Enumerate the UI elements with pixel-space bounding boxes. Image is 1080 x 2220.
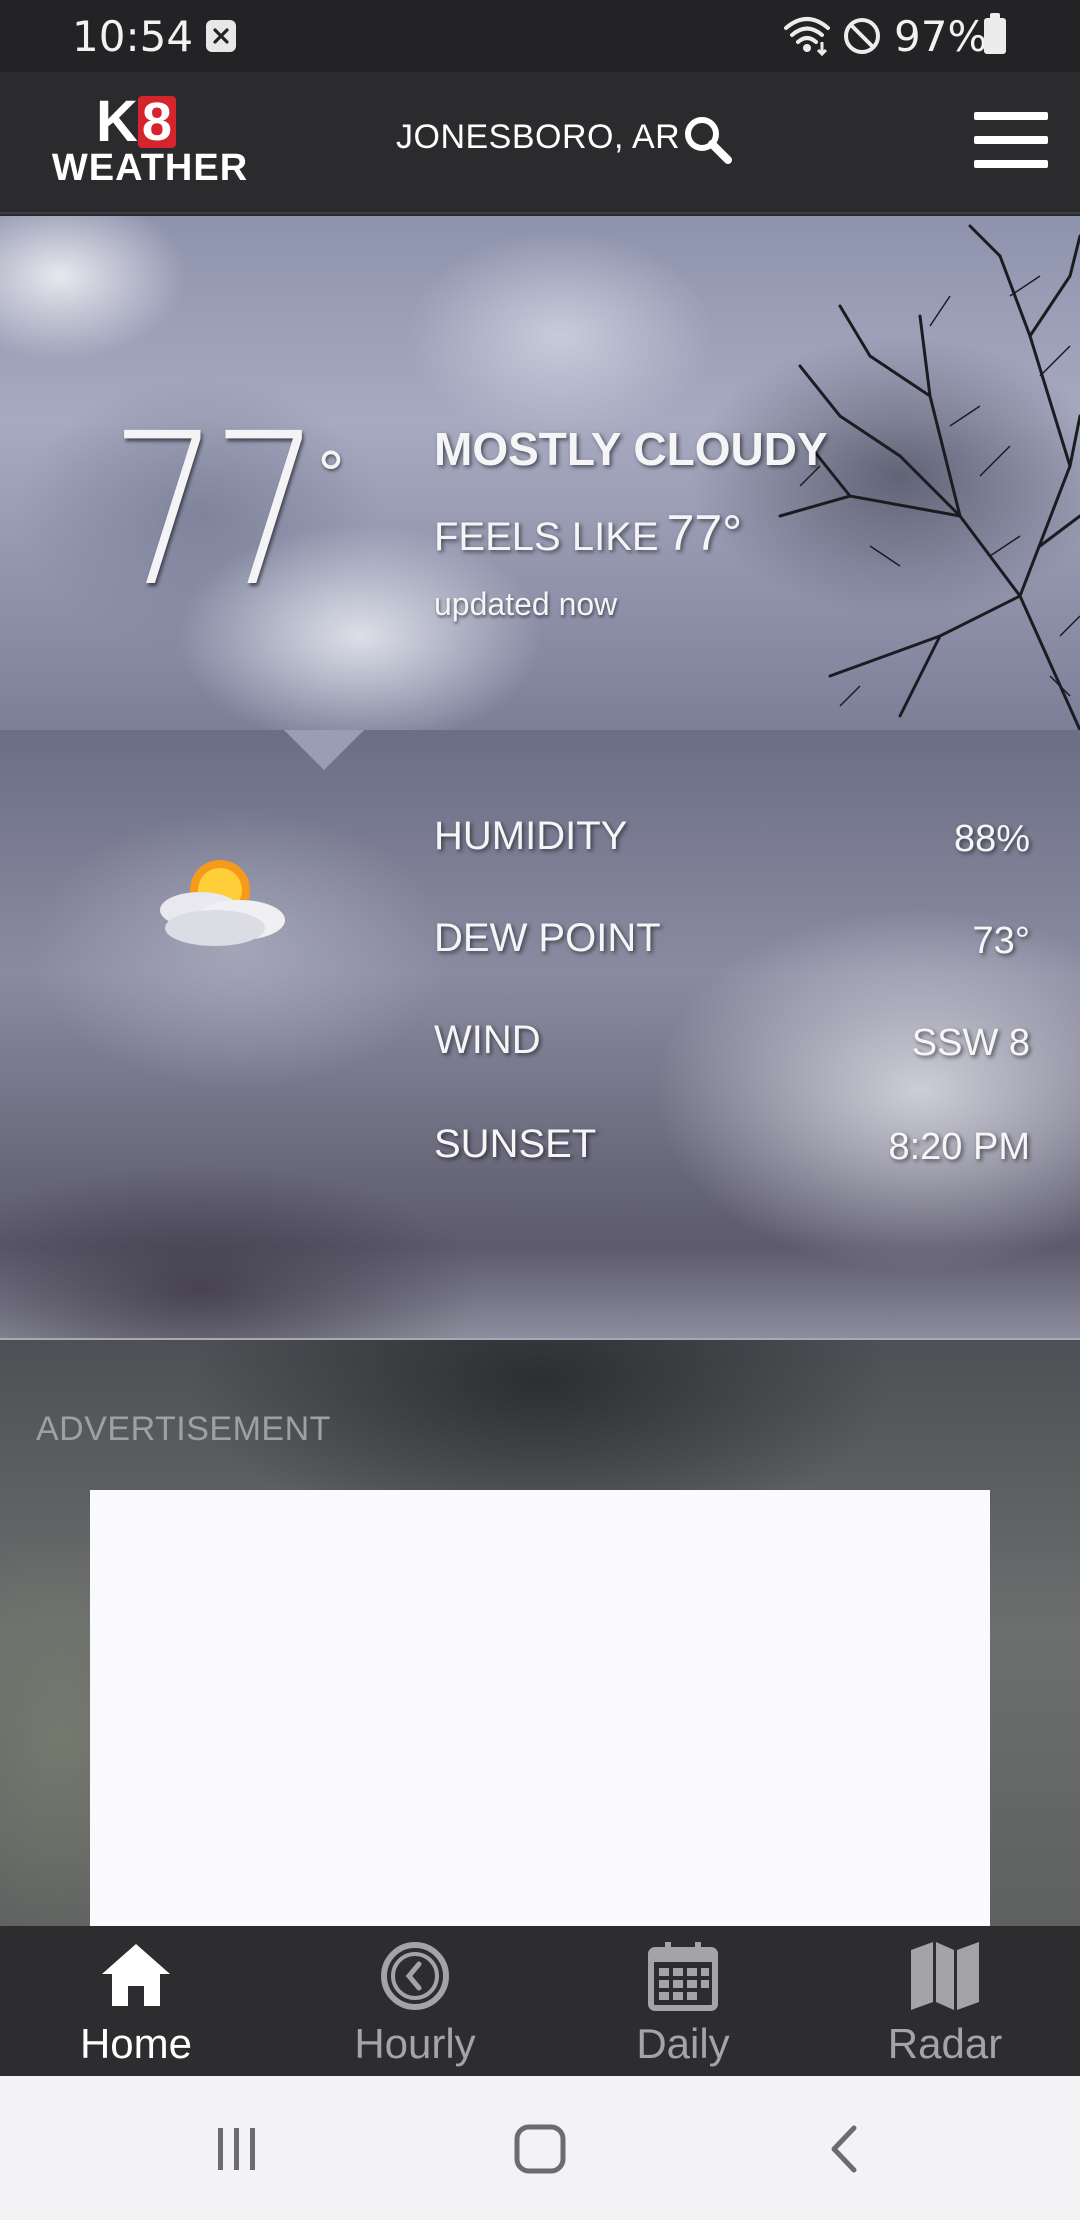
updated-text: updated now xyxy=(434,586,618,622)
status-bar: 10:54 97% xyxy=(0,0,1080,72)
weather-app-screen: 10:54 97% K 8 WEATHER JONESBORO, AR 77 °… xyxy=(0,0,1080,2220)
nav-label: Radar xyxy=(887,2020,1003,2067)
weather-details-panel: HUMIDITY 88% DEW POINT 73° WIND SSW 8 SU… xyxy=(0,730,1080,1340)
nav-label: Hourly xyxy=(354,2020,476,2067)
logo-wordmark: WEATHER xyxy=(51,147,249,189)
logo-number: 8 xyxy=(137,95,176,149)
notification-x-icon xyxy=(206,20,236,52)
feels-like-value: 77° xyxy=(666,505,743,561)
status-time: 10:54 xyxy=(72,12,194,61)
app-header: K 8 WEATHER JONESBORO, AR xyxy=(0,72,1080,214)
stat-label: SUNSET xyxy=(434,1122,597,1166)
stat-label: DEW POINT xyxy=(434,916,661,960)
battery-icon xyxy=(984,13,1006,54)
stat-row-sunset: SUNSET 8:20 PM xyxy=(434,1122,1030,1182)
stat-label: WIND xyxy=(434,1018,541,1062)
system-navigation-bar xyxy=(0,2076,1080,2220)
condition-text: MOSTLY CLOUDY xyxy=(434,423,828,475)
stat-row-wind: WIND SSW 8 xyxy=(434,1018,1030,1078)
feels-like-label: FEELS LIKE xyxy=(434,515,659,559)
advertisement-section: ADVERTISEMENT xyxy=(0,1340,1080,1930)
logo-letter: K xyxy=(96,89,138,154)
logo-mark: K 8 xyxy=(96,89,176,154)
nav-home[interactable]: Home xyxy=(36,1926,236,2076)
advertisement-banner[interactable] xyxy=(90,1490,990,1930)
current-temperature: 77 xyxy=(110,388,321,633)
nav-label: Daily xyxy=(636,2020,730,2067)
degree-symbol: ° xyxy=(316,440,346,510)
stat-value: 8:20 PM xyxy=(888,1126,1030,1168)
search-icon[interactable] xyxy=(682,114,734,166)
stat-row-dew-point: DEW POINT 73° xyxy=(434,916,1030,976)
stat-value: 88% xyxy=(953,818,1030,860)
back-icon[interactable] xyxy=(824,2124,864,2174)
wifi-icon xyxy=(782,14,832,61)
battery-percent: 97% xyxy=(894,12,988,61)
location-label[interactable]: JONESBORO, AR xyxy=(396,118,680,157)
stat-value: 73° xyxy=(972,920,1030,962)
feels-like: FEELS LIKE 77° xyxy=(434,504,742,562)
nav-hourly[interactable]: Hourly xyxy=(315,1926,515,2076)
clock-icon xyxy=(381,1942,449,2010)
stat-label: HUMIDITY xyxy=(434,814,628,858)
stat-value: SSW 8 xyxy=(911,1022,1030,1064)
partly-cloudy-icon xyxy=(160,860,285,946)
bottom-navigation: Home Hourly Daily Radar xyxy=(0,1926,1080,2076)
calendar-icon xyxy=(648,1942,718,2011)
advertisement-label: ADVERTISEMENT xyxy=(36,1410,331,1448)
k8-weather-logo[interactable]: K 8 WEATHER xyxy=(40,89,260,190)
map-icon xyxy=(911,1942,979,2010)
hamburger-menu-icon[interactable] xyxy=(972,112,1050,168)
recent-apps-icon[interactable] xyxy=(212,2124,262,2174)
nav-label: Home xyxy=(79,2020,193,2067)
home-icon xyxy=(102,1944,170,2006)
current-conditions-hero: 77 ° MOSTLY CLOUDY FEELS LIKE 77° updated… xyxy=(0,216,1080,730)
do-not-disturb-icon xyxy=(842,16,882,61)
nav-radar[interactable]: Radar xyxy=(845,1926,1045,2076)
nav-daily[interactable]: Daily xyxy=(583,1926,783,2076)
stat-row-humidity: HUMIDITY 88% xyxy=(434,814,1030,874)
pointer-notch xyxy=(284,730,364,770)
home-circle-icon[interactable] xyxy=(514,2124,566,2174)
